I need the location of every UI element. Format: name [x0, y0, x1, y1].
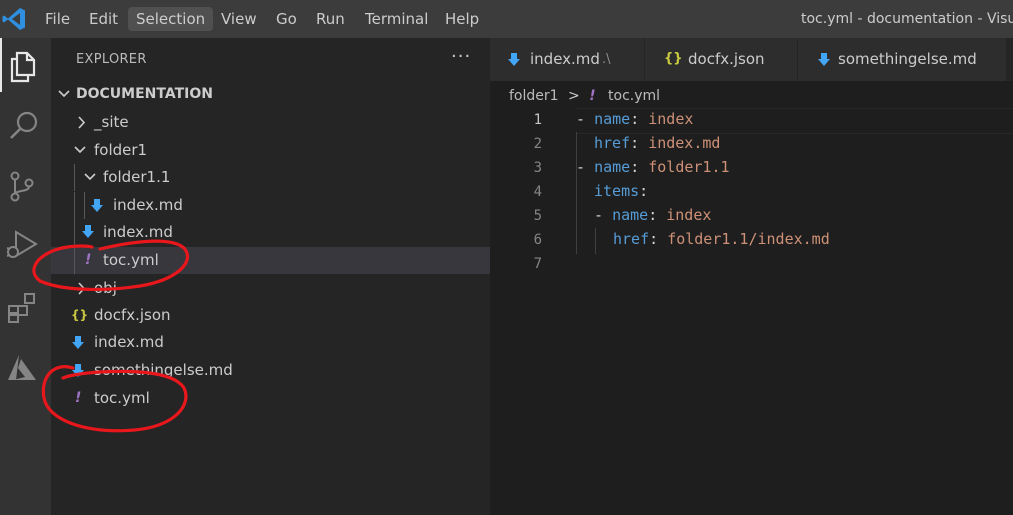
tab-description: .\ — [602, 52, 611, 67]
explorer-sidebar: EXPLORER ··· DOCUMENTATION _site folder1… — [51, 38, 490, 515]
chevron-down-icon — [74, 146, 86, 154]
code-line[interactable]: href: folder1.1/index.md — [613, 230, 830, 248]
tree-item-label: obj — [94, 279, 117, 297]
menu-file[interactable]: File — [37, 7, 78, 31]
breadcrumb-folder[interactable]: folder1 — [509, 88, 559, 104]
tree-item-label: index.md — [103, 223, 173, 241]
yaml-icon: ! — [589, 88, 596, 104]
extensions-icon[interactable] — [5, 290, 41, 326]
tree-item-somethingelse-md[interactable]: somethingelse.md — [51, 357, 490, 384]
tab-index-md[interactable]: index.md .\ — [490, 38, 645, 81]
tree-root-documentation[interactable]: DOCUMENTATION — [51, 81, 490, 108]
breadcrumb-separator: > — [568, 88, 580, 104]
indent-guide — [595, 228, 596, 254]
tree-item-label: toc.yml — [103, 251, 159, 269]
menu-bar: File Edit Selection View Go Run Terminal… — [0, 0, 1013, 38]
search-icon[interactable] — [6, 108, 42, 144]
window-title: toc.yml - documentation - Visual — [801, 11, 1013, 27]
menu-view[interactable]: View — [213, 7, 265, 31]
markdown-icon — [508, 53, 520, 66]
menu-edit[interactable]: Edit — [81, 7, 126, 31]
run-debug-icon[interactable] — [4, 226, 40, 262]
tree-item-folder1-1[interactable]: folder1.1 — [51, 164, 490, 191]
json-icon: {} — [71, 308, 89, 322]
markdown-icon — [82, 225, 94, 238]
chevron-right-icon — [78, 116, 86, 129]
code-line[interactable]: items: — [594, 182, 648, 200]
line-number: 1 — [533, 112, 542, 128]
chevron-down-icon — [84, 173, 96, 181]
tree-item-docfx-json[interactable]: {} docfx.json — [51, 302, 490, 329]
tree-item-label: folder1.1 — [103, 168, 171, 186]
tab-label: somethingelse.md — [838, 50, 977, 68]
source-control-icon[interactable] — [4, 168, 40, 204]
tree-item-label: index.md — [113, 196, 183, 214]
line-number: 3 — [533, 160, 542, 176]
tree-item-label: _site — [94, 113, 129, 131]
tree-item-folder1[interactable]: folder1 — [51, 137, 490, 164]
tab-somethingelse-md[interactable]: somethingelse.md — [798, 38, 1007, 81]
tab-docfx-json[interactable]: {} docfx.json — [645, 38, 798, 81]
tree-root-label: DOCUMENTATION — [76, 86, 213, 102]
code-line[interactable]: - name: index — [594, 206, 711, 224]
code-line[interactable]: - name: index — [576, 110, 693, 128]
indent-guide — [84, 192, 85, 219]
line-number: 6 — [533, 232, 542, 248]
menu-selection[interactable]: Selection — [128, 7, 214, 31]
tree-item-label: docfx.json — [94, 306, 171, 324]
sidebar-title: EXPLORER — [76, 52, 147, 67]
tree-item-obj[interactable]: obj — [51, 275, 490, 302]
markdown-icon — [91, 199, 103, 212]
line-number: 5 — [533, 208, 542, 224]
menu-help[interactable]: Help — [437, 7, 487, 31]
explorer-icon[interactable] — [6, 49, 42, 85]
markdown-icon — [72, 336, 84, 349]
breadcrumb-file[interactable]: toc.yml — [608, 88, 660, 104]
indent-guide — [74, 247, 75, 274]
active-indicator — [0, 38, 2, 92]
tree-item-label: folder1 — [94, 141, 148, 159]
code-line[interactable]: - name: folder1.1 — [576, 158, 730, 176]
tree-item-label: somethingelse.md — [94, 361, 233, 379]
tree-item-folder1-1-index-md[interactable]: index.md — [51, 192, 490, 219]
json-icon: {} — [664, 51, 683, 66]
line-number: 7 — [533, 256, 542, 272]
activity-bar — [0, 38, 51, 515]
chevron-down-icon — [58, 90, 70, 98]
line-number: 2 — [533, 136, 542, 152]
yaml-icon: ! — [85, 252, 92, 268]
tree-item-folder1-toc-yml[interactable]: ! toc.yml — [51, 247, 490, 274]
vscode-logo-icon — [2, 8, 25, 30]
tree-item-index-md[interactable]: index.md — [51, 329, 490, 356]
indent-guide — [576, 132, 577, 254]
indent-guide — [74, 192, 75, 219]
tab-label: index.md — [530, 50, 600, 68]
markdown-icon — [818, 53, 830, 66]
tree-item-folder1-index-md[interactable]: index.md — [51, 219, 490, 246]
indent-guide — [74, 164, 75, 191]
tree-item-label: toc.yml — [94, 389, 150, 407]
editor-tab-bar: index.md .\ {} docfx.json somethingelse.… — [490, 38, 1013, 81]
indent-guide — [74, 219, 75, 246]
code-line[interactable]: href: index.md — [594, 134, 720, 152]
tree-item-site[interactable]: _site — [51, 109, 490, 136]
tab-label: docfx.json — [688, 50, 765, 68]
menu-go[interactable]: Go — [268, 7, 305, 31]
breadcrumb: folder1 > ! toc.yml — [509, 86, 660, 106]
menu-terminal[interactable]: Terminal — [357, 7, 436, 31]
markdown-icon — [72, 364, 84, 377]
chevron-right-icon — [78, 282, 86, 295]
yaml-icon: ! — [75, 390, 82, 406]
tree-item-toc-yml[interactable]: ! toc.yml — [51, 385, 490, 412]
menu-run[interactable]: Run — [308, 7, 353, 31]
more-actions-icon[interactable]: ··· — [451, 46, 471, 67]
azure-icon[interactable] — [4, 350, 40, 386]
tree-item-label: index.md — [94, 333, 164, 351]
line-number: 4 — [533, 184, 542, 200]
